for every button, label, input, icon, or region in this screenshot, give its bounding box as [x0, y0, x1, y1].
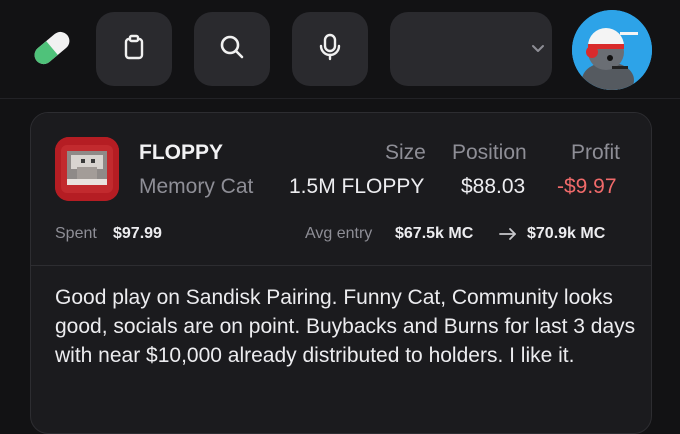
avg-entry-label: Avg entry — [305, 225, 373, 242]
avg-entry-value: $67.5k MC — [395, 225, 474, 242]
position-value: $88.03 — [461, 175, 526, 198]
token-name: Memory Cat — [139, 175, 254, 198]
trade-comment: Good play on Sandisk Pairing. Funny Cat,… — [55, 286, 636, 367]
token-symbol: FLOPPY — [139, 141, 224, 164]
trade-card[interactable]: FLOPPY Memory Cat Size Position Profit 1… — [30, 112, 652, 434]
size-label: Size — [385, 141, 426, 164]
wallet-select[interactable] — [390, 12, 552, 86]
avatar[interactable] — [572, 10, 652, 90]
arrow-right-icon — [499, 227, 517, 246]
top-toolbar — [0, 0, 680, 98]
microphone-button[interactable] — [292, 12, 368, 86]
search-button[interactable] — [194, 12, 270, 86]
position-label: Position — [452, 141, 527, 164]
card-divider — [31, 265, 651, 266]
token-image — [55, 137, 119, 201]
clipboard-icon — [121, 34, 147, 65]
current-mc-value: $70.9k MC — [527, 225, 606, 242]
spent-label: Spent — [55, 225, 97, 242]
trade-card-header: FLOPPY Memory Cat Size Position Profit 1… — [31, 113, 651, 265]
pill-icon[interactable] — [28, 24, 76, 72]
microphone-icon — [317, 33, 343, 66]
toolbar-divider — [0, 98, 680, 99]
spent-value: $97.99 — [113, 225, 162, 242]
profit-value: -$9.97 — [557, 175, 617, 198]
search-icon — [219, 34, 245, 65]
clipboard-button[interactable] — [96, 12, 172, 86]
size-value: 1.5M FLOPPY — [289, 175, 425, 198]
profit-label: Profit — [571, 141, 621, 164]
chevron-down-icon — [530, 40, 546, 56]
